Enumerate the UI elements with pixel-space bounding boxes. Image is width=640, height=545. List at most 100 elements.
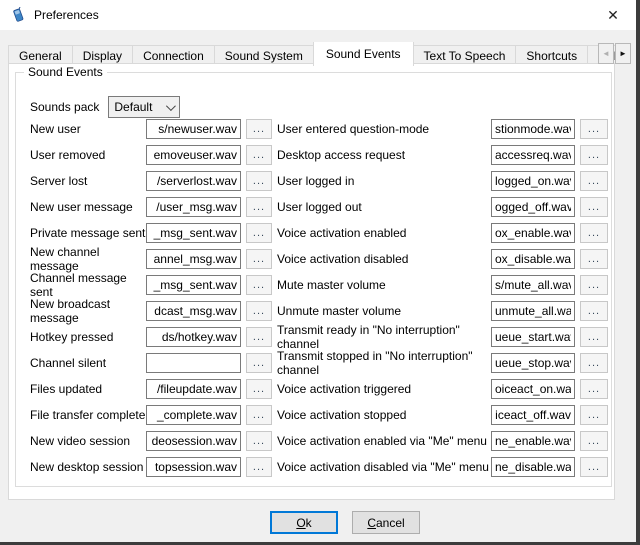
sound-file-input[interactable] — [146, 145, 241, 165]
sound-event-row: Transmit stopped in "No interruption" ch… — [277, 353, 608, 373]
browse-button[interactable]: ... — [580, 431, 608, 451]
browse-button[interactable]: ... — [246, 119, 272, 139]
sound-file-input[interactable] — [491, 379, 575, 399]
sound-file-input[interactable] — [491, 197, 575, 217]
sound-event-label: Channel message sent — [30, 271, 146, 299]
sound-file-input[interactable] — [146, 431, 241, 451]
sound-event-row: New channel message... — [30, 249, 272, 269]
sound-event-row: Voice activation disabled via "Me" menu.… — [277, 457, 608, 477]
sound-file-input[interactable] — [491, 353, 575, 373]
sound-event-label: Unmute master volume — [277, 304, 491, 318]
browse-button[interactable]: ... — [580, 171, 608, 191]
sound-event-label: New desktop session — [30, 460, 146, 474]
sound-file-input[interactable] — [146, 171, 241, 191]
browse-button[interactable]: ... — [246, 275, 272, 295]
sound-event-label: Desktop access request — [277, 148, 491, 162]
browse-button[interactable]: ... — [580, 249, 608, 269]
sound-file-input[interactable] — [146, 249, 241, 269]
sound-event-label: File transfer complete — [30, 408, 146, 422]
sound-file-input[interactable] — [491, 301, 575, 321]
browse-button[interactable]: ... — [246, 145, 272, 165]
browse-button[interactable]: ... — [580, 379, 608, 399]
sound-file-input[interactable] — [491, 431, 575, 451]
sound-event-row: Voice activation enabled via "Me" menu..… — [277, 431, 608, 451]
sound-event-row: Mute master volume... — [277, 275, 608, 295]
browse-button[interactable]: ... — [246, 457, 272, 477]
tab-scroll-left-button[interactable]: ◄ — [598, 43, 614, 64]
sound-event-row: User logged in... — [277, 171, 608, 191]
close-button[interactable]: ✕ — [596, 0, 630, 30]
groupbox-title: Sound Events — [24, 65, 107, 79]
browse-button[interactable]: ... — [246, 171, 272, 191]
tab-scroll-right-button[interactable]: ► — [615, 43, 631, 64]
sound-file-input[interactable] — [491, 171, 575, 191]
cancel-button[interactable]: Cancel — [352, 511, 420, 534]
tab-scroll-buttons: ◄ ► — [597, 43, 631, 64]
sound-file-input[interactable] — [146, 275, 241, 295]
sound-event-label: Voice activation triggered — [277, 382, 491, 396]
sound-file-input[interactable] — [146, 197, 241, 217]
browse-button[interactable]: ... — [580, 405, 608, 425]
sound-file-input[interactable] — [146, 353, 241, 373]
browse-button[interactable]: ... — [246, 353, 272, 373]
sound-file-input[interactable] — [146, 301, 241, 321]
tab-sound-events[interactable]: Sound Events — [313, 42, 414, 66]
sound-file-input[interactable] — [491, 457, 575, 477]
sounds-pack-label: Sounds pack — [30, 100, 99, 114]
browse-button[interactable]: ... — [246, 405, 272, 425]
sound-file-input[interactable] — [491, 275, 575, 295]
browse-button[interactable]: ... — [580, 275, 608, 295]
sound-event-label: Voice activation enabled via "Me" menu — [277, 434, 491, 448]
sound-file-input[interactable] — [146, 327, 241, 347]
browse-button[interactable]: ... — [580, 145, 608, 165]
window-title: Preferences — [34, 8, 99, 22]
sound-file-input[interactable] — [491, 223, 575, 243]
browse-button[interactable]: ... — [246, 327, 272, 347]
browse-button[interactable]: ... — [580, 327, 608, 347]
sounds-pack-row: Sounds pack Default — [30, 96, 180, 118]
sound-file-input[interactable] — [491, 327, 575, 347]
sound-event-label: New user — [30, 122, 146, 136]
sound-event-row: Voice activation stopped... — [277, 405, 608, 425]
sounds-pack-select[interactable]: Default — [108, 96, 180, 118]
sound-file-input[interactable] — [146, 119, 241, 139]
browse-button[interactable]: ... — [580, 197, 608, 217]
sound-event-row: Transmit ready in "No interruption" chan… — [277, 327, 608, 347]
sound-file-input[interactable] — [491, 145, 575, 165]
browse-button[interactable]: ... — [246, 249, 272, 269]
sound-event-row: Voice activation triggered... — [277, 379, 608, 399]
sound-file-input[interactable] — [491, 405, 575, 425]
browse-button[interactable]: ... — [246, 301, 272, 321]
sound-event-label: Hotkey pressed — [30, 330, 146, 344]
ok-button[interactable]: Ok — [270, 511, 338, 534]
sound-event-row: User removed... — [30, 145, 272, 165]
sound-file-input[interactable] — [146, 379, 241, 399]
sound-event-label: User logged in — [277, 174, 491, 188]
browse-button[interactable]: ... — [246, 197, 272, 217]
sound-event-row: Unmute master volume... — [277, 301, 608, 321]
sound-events-column-right: User entered question-mode... Desktop acc… — [277, 119, 608, 477]
sound-event-row: Files updated... — [30, 379, 272, 399]
sound-event-row: User entered question-mode... — [277, 119, 608, 139]
sounds-pack-value: Default — [114, 100, 152, 114]
browse-button[interactable]: ... — [580, 223, 608, 243]
sound-file-input[interactable] — [146, 405, 241, 425]
sound-file-input[interactable] — [146, 457, 241, 477]
browse-button[interactable]: ... — [580, 301, 608, 321]
sound-file-input[interactable] — [491, 249, 575, 269]
sound-event-row: Hotkey pressed... — [30, 327, 272, 347]
sound-event-label: Files updated — [30, 382, 146, 396]
browse-button[interactable]: ... — [246, 379, 272, 399]
browse-button[interactable]: ... — [580, 457, 608, 477]
browse-button[interactable]: ... — [246, 431, 272, 451]
sound-event-row: Private message sent... — [30, 223, 272, 243]
sound-file-input[interactable] — [491, 119, 575, 139]
browse-button[interactable]: ... — [580, 119, 608, 139]
sound-event-row: Voice activation disabled... — [277, 249, 608, 269]
browse-button[interactable]: ... — [580, 353, 608, 373]
browse-button[interactable]: ... — [246, 223, 272, 243]
sound-file-input[interactable] — [146, 223, 241, 243]
app-icon — [10, 7, 26, 23]
chevron-left-icon: ◄ — [602, 49, 610, 58]
sound-event-row: New video session... — [30, 431, 272, 451]
